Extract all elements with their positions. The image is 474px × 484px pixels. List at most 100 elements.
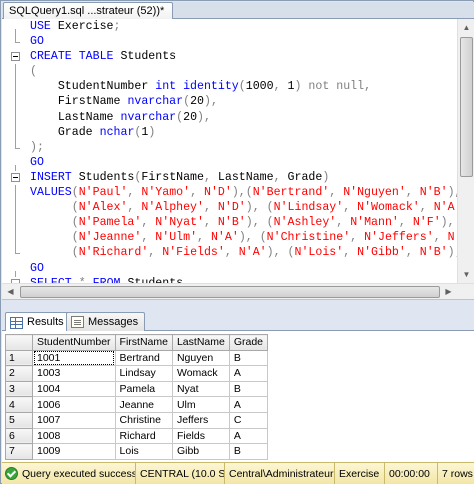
scroll-right-icon[interactable]: ▶ xyxy=(440,284,457,299)
table-cell[interactable]: A xyxy=(228,365,269,382)
table-cell[interactable]: Jeffers xyxy=(171,411,230,429)
table-cell[interactable]: Lois xyxy=(114,443,173,460)
table-cell[interactable]: Pamela xyxy=(114,380,173,398)
tab-messages[interactable]: Messages xyxy=(66,312,146,331)
column-header[interactable]: StudentNumber xyxy=(32,334,116,351)
code-line[interactable]: ( xyxy=(2,64,457,80)
table-row[interactable]: 5 1007 Christine Jeffers C xyxy=(5,411,269,429)
table-cell[interactable]: Womack xyxy=(171,365,230,382)
table-cell[interactable]: 1003 xyxy=(32,365,116,382)
table-cell[interactable]: 1001 xyxy=(32,349,116,367)
results-header-row: StudentNumber FirstName LastName Grade xyxy=(5,334,269,351)
code-line-14: (N'Pamela', N'Nyat', N'B'), (N'Ashley', … xyxy=(71,216,455,230)
document-tabstrip: SQLQuery1.sql ...strateur (52))* xyxy=(2,2,474,19)
table-cell[interactable]: B xyxy=(228,443,269,460)
status-bar: Query executed successf... CENTRAL (10.0… xyxy=(2,462,474,484)
code-line-8: Grade nchar(1) xyxy=(57,125,156,139)
code-line[interactable]: GO xyxy=(2,34,457,49)
code-line[interactable]: INSERT Students(FirstName, LastName, Gra… xyxy=(2,170,457,185)
column-header[interactable]: FirstName xyxy=(114,334,173,351)
results-pane: StudentNumber FirstName LastName Grade 1… xyxy=(2,331,474,462)
pane-splitter[interactable] xyxy=(2,299,474,309)
vertical-scroll-thumb[interactable] xyxy=(460,37,473,177)
code-line-3: CREATE TABLE Students xyxy=(30,50,177,64)
table-cell[interactable]: 1004 xyxy=(32,380,116,398)
status-server: CENTRAL (10.0 SP2) xyxy=(136,462,225,484)
table-row[interactable]: 3 1004 Pamela Nyat B xyxy=(5,380,269,398)
code-line-1: USE Exercise; xyxy=(30,20,121,33)
row-number[interactable]: 5 xyxy=(5,411,33,429)
status-elapsed-time: 00:00:00 xyxy=(385,462,438,484)
table-row[interactable]: 6 1008 Richard Fields A xyxy=(5,427,269,445)
table-cell[interactable]: Bertrand xyxy=(114,349,173,367)
table-cell[interactable]: Nguyen xyxy=(171,349,230,367)
table-cell[interactable]: 1009 xyxy=(32,443,116,460)
table-row[interactable]: 7 1009 Lois Gibb B xyxy=(5,443,269,460)
row-number[interactable]: 1 xyxy=(5,349,33,367)
code-lines[interactable]: USE Exercise; GO CREATE TABLE Students (… xyxy=(2,19,474,299)
table-cell[interactable]: A xyxy=(228,427,269,445)
code-line[interactable]: (N'Pamela', N'Nyat', N'B'), (N'Ashley', … xyxy=(2,215,457,231)
table-cell[interactable]: Gibb xyxy=(171,443,230,460)
code-line-15: (N'Jeanne', N'Ulm', N'A'), (N'Christine'… xyxy=(71,231,474,245)
code-line[interactable]: USE Exercise; xyxy=(2,19,457,36)
table-cell[interactable]: 1006 xyxy=(32,396,116,413)
table-cell[interactable]: Lindsay xyxy=(114,365,173,382)
results-tabstrip: Results Messages xyxy=(2,309,474,332)
row-number[interactable]: 6 xyxy=(5,427,33,445)
code-line[interactable]: LastName nvarchar(20), xyxy=(2,109,457,125)
row-number[interactable]: 3 xyxy=(5,380,33,398)
tab-results[interactable]: Results xyxy=(5,312,71,332)
row-number[interactable]: 2 xyxy=(5,365,33,382)
code-line-13: (N'Alex', N'Alphey', N'D'), (N'Lindsay',… xyxy=(71,201,474,215)
table-cell[interactable]: Richard xyxy=(114,427,173,445)
collapse-icon[interactable] xyxy=(11,49,20,64)
collapse-icon[interactable] xyxy=(11,170,20,185)
code-line[interactable]: VALUES(N'Paul', N'Yamo', N'D'),(N'Bertra… xyxy=(2,185,462,201)
code-line[interactable]: GO xyxy=(2,155,457,171)
code-line[interactable]: ); xyxy=(2,139,457,155)
table-cell[interactable]: Jeanne xyxy=(114,396,173,413)
table-row[interactable]: 4 1006 Jeanne Ulm A xyxy=(5,396,269,413)
results-grid[interactable]: StudentNumber FirstName LastName Grade 1… xyxy=(5,334,269,460)
code-line[interactable]: StudentNumber int identity(1000, 1) not … xyxy=(2,79,457,95)
table-cell[interactable]: 1008 xyxy=(32,427,116,445)
code-line-5: StudentNumber int identity(1000, 1) not … xyxy=(57,80,372,94)
scroll-up-icon[interactable]: ▲ xyxy=(458,19,474,36)
code-line[interactable]: Grade nchar(1) xyxy=(2,124,457,140)
editor-vertical-scrollbar[interactable]: ▲ ▼ xyxy=(457,19,474,283)
document-tab[interactable]: SQLQuery1.sql ...strateur (52))* xyxy=(3,2,174,19)
table-cell[interactable]: Christine xyxy=(114,411,173,429)
code-line-10: GO xyxy=(30,155,44,169)
table-cell[interactable]: A xyxy=(228,396,269,413)
table-row[interactable]: 2 1003 Lindsay Womack A xyxy=(5,365,269,382)
code-line[interactable]: (N'Richard', N'Fields', N'A'), (N'Lois',… xyxy=(2,245,462,260)
table-cell[interactable]: B xyxy=(228,349,269,367)
code-line[interactable]: (N'Jeanne', N'Ulm', N'A'), (N'Christine'… xyxy=(2,230,474,246)
code-line-4: ( xyxy=(30,65,37,79)
grid-corner[interactable] xyxy=(5,334,33,351)
table-cell[interactable]: B xyxy=(228,380,269,398)
code-line[interactable]: GO xyxy=(2,261,457,277)
table-cell[interactable]: Ulm xyxy=(171,396,230,413)
table-row[interactable]: 1 1001 Bertrand Nguyen B xyxy=(5,349,269,367)
editor-horizontal-scrollbar[interactable]: ◀ ▶ xyxy=(2,283,474,299)
table-cell[interactable]: C xyxy=(228,411,269,429)
status-row-count: 7 rows xyxy=(442,467,473,480)
query-window: SQLQuery1.sql ...strateur (52))* USE Exe… xyxy=(0,0,474,484)
row-number[interactable]: 4 xyxy=(5,396,33,413)
sql-editor[interactable]: USE Exercise; GO CREATE TABLE Students (… xyxy=(2,19,474,299)
code-line[interactable]: CREATE TABLE Students xyxy=(2,49,457,64)
scroll-left-icon[interactable]: ◀ xyxy=(2,284,19,299)
code-line[interactable]: (N'Alex', N'Alphey', N'D'), (N'Lindsay',… xyxy=(2,200,474,216)
table-cell[interactable]: Nyat xyxy=(171,380,230,398)
horizontal-scroll-thumb[interactable] xyxy=(20,286,440,298)
code-line[interactable]: FirstName nvarchar(20), xyxy=(2,94,457,110)
scroll-down-icon[interactable]: ▼ xyxy=(458,266,474,283)
table-cell[interactable]: Fields xyxy=(171,427,230,445)
table-cell[interactable]: 1007 xyxy=(32,411,116,429)
code-line-12: VALUES(N'Paul', N'Yamo', N'D'),(N'Bertra… xyxy=(30,186,462,200)
row-number[interactable]: 7 xyxy=(5,443,33,460)
column-header[interactable]: Grade xyxy=(228,334,269,351)
column-header[interactable]: LastName xyxy=(171,334,230,351)
